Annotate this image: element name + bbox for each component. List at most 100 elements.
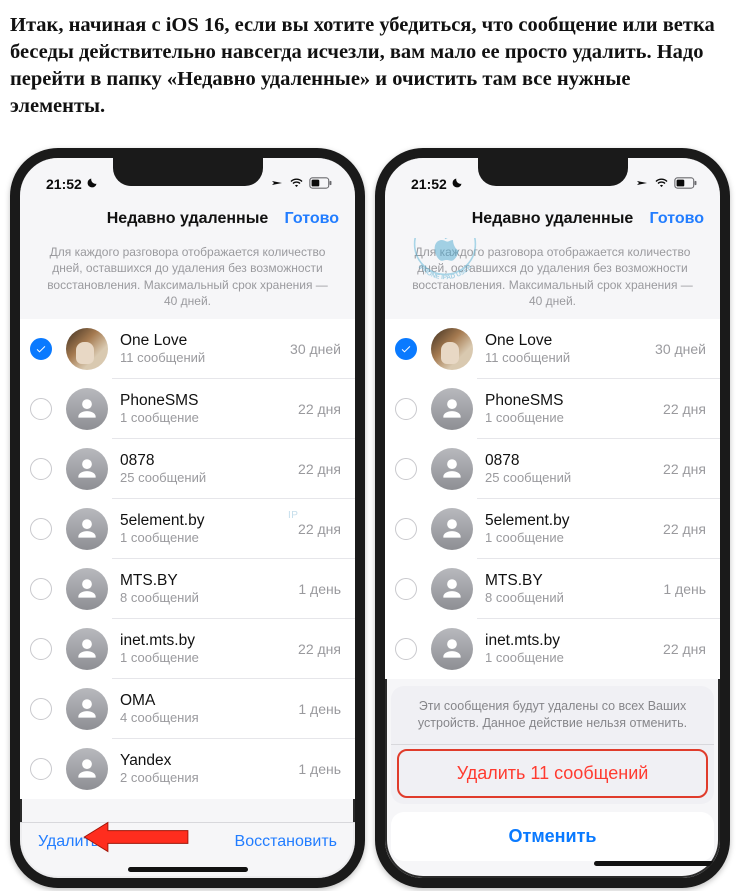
conversation-row[interactable]: Yandex2 сообщения1 день bbox=[20, 739, 355, 799]
conversations-list: One Love11 сообщений30 днейPhoneSMS1 соо… bbox=[385, 319, 720, 679]
row-main: PhoneSMS1 сообщение bbox=[120, 392, 298, 425]
conversation-row[interactable]: MTS.BY8 сообщений1 день bbox=[385, 559, 720, 619]
selection-checkbox[interactable] bbox=[395, 638, 417, 660]
days-remaining: 1 день bbox=[298, 581, 341, 597]
message-count: 1 сообщение bbox=[485, 410, 663, 426]
days-remaining: 22 дня bbox=[298, 461, 341, 477]
wifi-icon bbox=[654, 176, 669, 192]
conversation-name: Yandex bbox=[120, 752, 298, 770]
days-remaining: 22 дня bbox=[663, 401, 706, 417]
message-count: 11 сообщений bbox=[485, 350, 655, 366]
conversation-row[interactable]: PhoneSMS1 сообщение22 дня bbox=[20, 379, 355, 439]
selection-checkbox[interactable] bbox=[30, 518, 52, 540]
conversations-list: One Love11 сообщений30 днейPhoneSMS1 соо… bbox=[20, 319, 355, 799]
phone-left: 21:52 Недавно удаленные Готово bbox=[10, 148, 365, 888]
nav-title: Недавно удаленные bbox=[472, 210, 634, 228]
contact-avatar-placeholder bbox=[431, 448, 473, 490]
days-remaining: 1 день bbox=[298, 761, 341, 777]
conversation-name: One Love bbox=[485, 332, 655, 350]
selection-checkbox[interactable] bbox=[395, 518, 417, 540]
row-main: inet.mts.by1 сообщение bbox=[120, 632, 298, 665]
message-count: 4 сообщения bbox=[120, 710, 298, 726]
days-remaining: 22 дня bbox=[298, 521, 341, 537]
contact-avatar-placeholder bbox=[66, 448, 108, 490]
sheet-delete-button[interactable]: Удалить 11 сообщений bbox=[397, 749, 708, 798]
conversation-name: MTS.BY bbox=[485, 572, 663, 590]
selection-checkbox[interactable] bbox=[395, 458, 417, 480]
status-time: 21:52 bbox=[46, 176, 82, 192]
conversation-name: inet.mts.by bbox=[120, 632, 298, 650]
conversation-name: inet.mts.by bbox=[485, 632, 663, 650]
selection-checkbox[interactable] bbox=[395, 338, 417, 360]
sheet-cancel-button[interactable]: Отменить bbox=[391, 812, 714, 861]
contact-avatar-placeholder bbox=[66, 568, 108, 610]
row-main: 5element.by1 сообщение bbox=[485, 512, 663, 545]
restore-button[interactable]: Восстановить bbox=[235, 833, 337, 851]
selection-checkbox[interactable] bbox=[30, 638, 52, 660]
delete-button[interactable]: Удалить bbox=[38, 833, 99, 851]
header-description: Для каждого разговора отображается колич… bbox=[20, 238, 355, 319]
conversation-name: PhoneSMS bbox=[485, 392, 663, 410]
selection-checkbox[interactable] bbox=[30, 458, 52, 480]
conversation-row[interactable]: 087825 сообщений22 дня bbox=[20, 439, 355, 499]
contact-avatar-placeholder bbox=[66, 628, 108, 670]
message-count: 8 сообщений bbox=[485, 590, 663, 606]
selection-checkbox[interactable] bbox=[30, 398, 52, 420]
row-main: MTS.BY8 сообщений bbox=[485, 572, 663, 605]
conversation-name: 5element.by bbox=[120, 512, 298, 530]
selection-checkbox[interactable] bbox=[30, 338, 52, 360]
conversation-row[interactable]: 5element.by1 сообщение22 дня bbox=[385, 499, 720, 559]
contact-avatar-placeholder bbox=[66, 508, 108, 550]
notch bbox=[113, 158, 263, 186]
contact-avatar-placeholder bbox=[431, 388, 473, 430]
row-main: 087825 сообщений bbox=[120, 452, 298, 485]
message-count: 25 сообщений bbox=[120, 470, 298, 486]
done-button[interactable]: Готово bbox=[285, 210, 339, 228]
sheet-card: Эти сообщения будут удалены со всех Ваши… bbox=[391, 686, 714, 804]
message-count: 2 сообщения bbox=[120, 770, 298, 786]
conversation-row[interactable]: One Love11 сообщений30 дней bbox=[385, 319, 720, 379]
conversation-row[interactable]: 087825 сообщений22 дня bbox=[385, 439, 720, 499]
nav-bar: Недавно удаленные Готово bbox=[385, 200, 720, 238]
contact-avatar-placeholder bbox=[66, 688, 108, 730]
action-sheet: Эти сообщения будут удалены со всех Ваши… bbox=[391, 686, 714, 872]
conversation-row[interactable]: 5element.by1 сообщение22 дня bbox=[20, 499, 355, 559]
conversation-row[interactable]: inet.mts.by1 сообщение22 дня bbox=[20, 619, 355, 679]
row-main: OMA4 сообщения bbox=[120, 692, 298, 725]
nav-title: Недавно удаленные bbox=[107, 210, 269, 228]
conversation-name: 5element.by bbox=[485, 512, 663, 530]
wifi-icon bbox=[289, 176, 304, 192]
message-count: 8 сообщений bbox=[120, 590, 298, 606]
conversation-row[interactable]: One Love11 сообщений30 дней bbox=[20, 319, 355, 379]
nav-bar: Недавно удаленные Готово bbox=[20, 200, 355, 238]
conversation-row[interactable]: inet.mts.by1 сообщение22 дня bbox=[385, 619, 720, 679]
conversation-name: OMA bbox=[120, 692, 298, 710]
conversation-row[interactable]: OMA4 сообщения1 день bbox=[20, 679, 355, 739]
airplane-icon bbox=[270, 176, 284, 192]
contact-avatar-placeholder bbox=[431, 628, 473, 670]
contact-avatar-placeholder bbox=[66, 388, 108, 430]
conversation-name: MTS.BY bbox=[120, 572, 298, 590]
days-remaining: 22 дня bbox=[663, 521, 706, 537]
dnd-moon-icon bbox=[451, 176, 463, 192]
message-count: 1 сообщение bbox=[120, 410, 298, 426]
conversation-row[interactable]: MTS.BY8 сообщений1 день bbox=[20, 559, 355, 619]
selection-checkbox[interactable] bbox=[30, 698, 52, 720]
airplane-icon bbox=[635, 176, 649, 192]
selection-checkbox[interactable] bbox=[30, 758, 52, 780]
row-main: MTS.BY8 сообщений bbox=[120, 572, 298, 605]
row-main: Yandex2 сообщения bbox=[120, 752, 298, 785]
message-count: 25 сообщений bbox=[485, 470, 663, 486]
selection-checkbox[interactable] bbox=[395, 578, 417, 600]
contact-avatar-placeholder bbox=[66, 748, 108, 790]
row-main: 5element.by1 сообщение bbox=[120, 512, 298, 545]
conversation-row[interactable]: PhoneSMS1 сообщение22 дня bbox=[385, 379, 720, 439]
selection-checkbox[interactable] bbox=[30, 578, 52, 600]
message-count: 1 сообщение bbox=[120, 530, 298, 546]
selection-checkbox[interactable] bbox=[395, 398, 417, 420]
message-count: 1 сообщение bbox=[485, 530, 663, 546]
row-main: PhoneSMS1 сообщение bbox=[485, 392, 663, 425]
contact-avatar-placeholder bbox=[431, 508, 473, 550]
done-button[interactable]: Готово bbox=[650, 210, 704, 228]
phone-right: MADE FOR IPHONE IPAD USER 21:52 bbox=[375, 148, 730, 888]
